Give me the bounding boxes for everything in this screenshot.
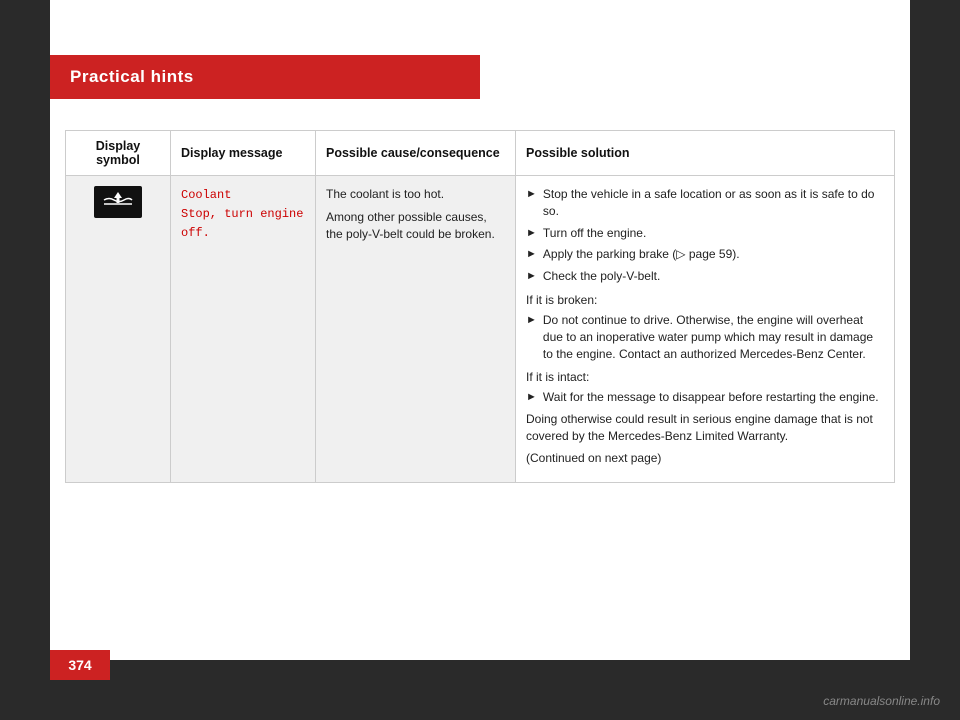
symbol-cell — [66, 176, 171, 483]
broken-label: If it is broken: — [526, 293, 884, 307]
solution-item-4: ► Check the poly-V-belt. — [526, 268, 884, 285]
italic-note: Doing otherwise could result in serious … — [526, 411, 884, 445]
col-header-solution: Possible solution — [516, 131, 895, 176]
watermark: carmanualsonline.info — [823, 694, 940, 708]
solution-item-5: ► Do not continue to drive. Otherwise, t… — [526, 312, 884, 362]
table-row: Coolant Stop, turn engine off. The coola… — [66, 176, 895, 483]
solution-cell: ► Stop the vehicle in a safe location or… — [516, 176, 895, 483]
solution-list-1: ► Stop the vehicle in a safe location or… — [526, 186, 884, 285]
continued-note: (Continued on next page) — [526, 450, 884, 467]
page-number-box: 374 — [50, 650, 110, 680]
coolant-warning-icon — [94, 186, 142, 218]
display-message-text: Coolant Stop, turn engine off. — [181, 186, 305, 244]
solution-item-3: ► Apply the parking brake (▷ page 59). — [526, 246, 884, 263]
header-bar: Practical hints — [50, 55, 480, 99]
cause-line-1: The coolant is too hot. — [326, 186, 505, 203]
col-header-message: Display message — [171, 131, 316, 176]
arrow-icon-2: ► — [526, 226, 537, 241]
solution-item-2: ► Turn off the engine. — [526, 225, 884, 242]
arrow-icon-5: ► — [526, 313, 537, 328]
cause-line-2: Among other possible causes, the poly-V-… — [326, 209, 505, 243]
message-cell: Coolant Stop, turn engine off. — [171, 176, 316, 483]
arrow-icon-1: ► — [526, 187, 537, 202]
col-header-cause: Possible cause/consequence — [316, 131, 516, 176]
arrow-icon-6: ► — [526, 390, 537, 405]
arrow-icon-4: ► — [526, 269, 537, 284]
arrow-icon-3: ► — [526, 247, 537, 262]
intact-label: If it is intact: — [526, 370, 884, 384]
table-header-row: Display symbol Display message Possible … — [66, 131, 895, 176]
cause-cell: The coolant is too hot. Among other poss… — [316, 176, 516, 483]
table-container: Display symbol Display message Possible … — [65, 130, 895, 483]
solution-item-1: ► Stop the vehicle in a safe location or… — [526, 186, 884, 220]
page-number: 374 — [68, 657, 91, 673]
col-header-symbol: Display symbol — [66, 131, 171, 176]
page-title: Practical hints — [70, 67, 194, 87]
solution-list-3: ► Wait for the message to disappear befo… — [526, 389, 884, 406]
solution-list-2: ► Do not continue to drive. Otherwise, t… — [526, 312, 884, 362]
hints-table: Display symbol Display message Possible … — [65, 130, 895, 483]
solution-item-6: ► Wait for the message to disappear befo… — [526, 389, 884, 406]
